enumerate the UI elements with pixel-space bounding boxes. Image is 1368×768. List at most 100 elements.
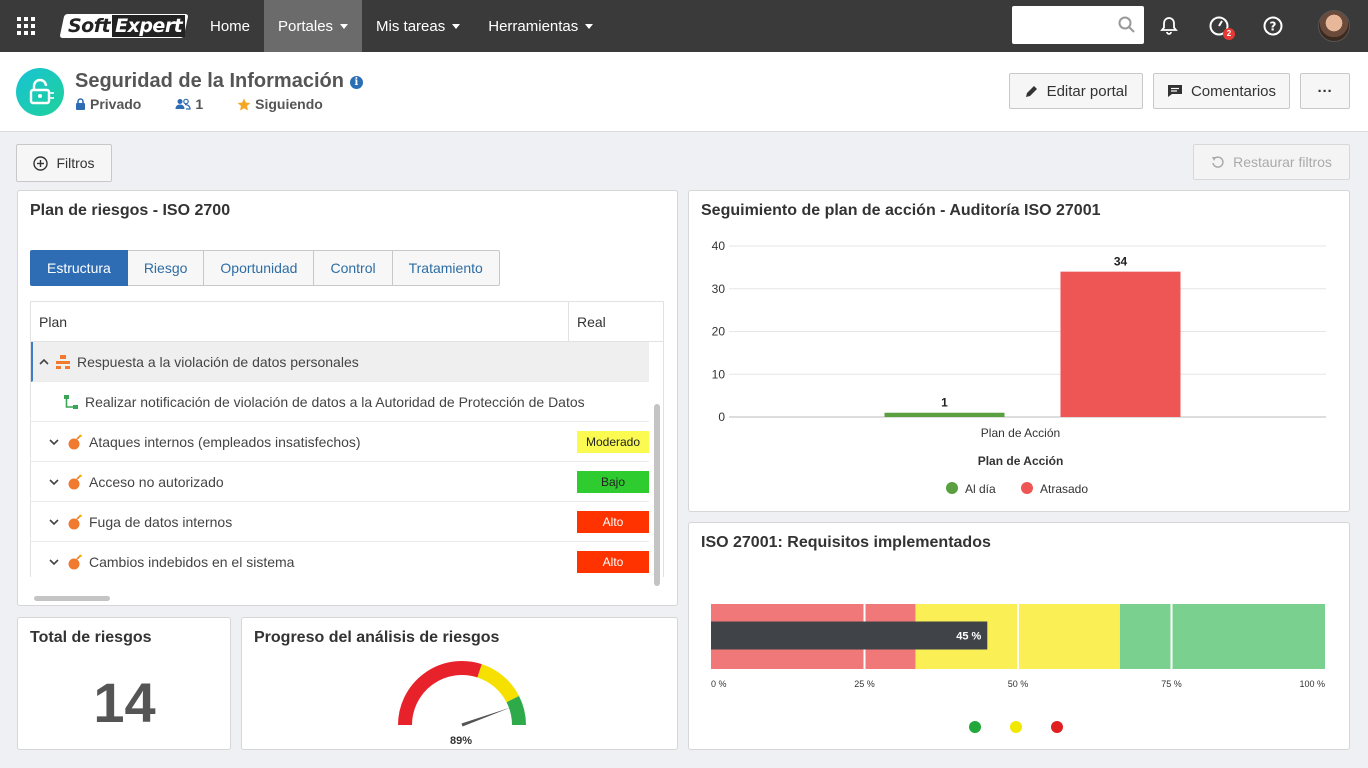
star-icon [237, 98, 251, 110]
privacy-status: Privado [75, 96, 141, 112]
bell-icon[interactable] [1157, 14, 1181, 38]
legend-label: Atrasado [1040, 482, 1088, 496]
lock-icon [76, 98, 85, 110]
risk-bomb-icon [68, 434, 82, 449]
apps-grid-icon[interactable] [0, 0, 52, 52]
progress-panel: Progreso del análisis de riesgos 89% [241, 617, 678, 750]
range-band [1119, 604, 1325, 669]
tab-oportunidad[interactable]: Oportunidad [204, 250, 315, 286]
pencil-icon [1025, 86, 1037, 97]
plus-circle-icon [33, 155, 49, 171]
legend-marker [1010, 721, 1022, 733]
comment-icon [1167, 85, 1182, 97]
tree-row[interactable]: Realizar notificación de violación de da… [31, 382, 649, 422]
legend-label: Al día [965, 482, 996, 496]
search-icon [1118, 16, 1135, 33]
tree-header: Plan Real [31, 302, 663, 342]
top-navbar: Soft Expert Home Portales Mis tareas Herr… [0, 0, 1368, 52]
task-badge: 2 [1223, 28, 1235, 40]
nav-portales[interactable]: Portales [264, 0, 363, 52]
chevron-down-icon[interactable] [49, 517, 59, 527]
chevron-down-icon [585, 23, 594, 29]
search-input[interactable] [1012, 6, 1144, 44]
tasks-gauge-icon[interactable]: 2 [1207, 14, 1235, 40]
user-avatar[interactable] [1318, 10, 1350, 42]
tree-row[interactable]: Ataques internos (empleados insatisfecho… [31, 422, 649, 462]
risk-bomb-icon [68, 554, 82, 569]
risk-plan-tabs: Estructura Riesgo Oportunidad Control Tr… [30, 250, 500, 286]
x-tick-label: 0 % [711, 679, 727, 689]
action-plan-icon [56, 354, 70, 369]
tree-row[interactable]: Respuesta a la violación de datos person… [31, 342, 649, 382]
risk-plan-panel: Plan de riesgos - ISO 2700 Estructura Ri… [17, 190, 678, 606]
y-tick-label: 30 [712, 282, 726, 296]
chevron-down-icon[interactable] [49, 477, 59, 487]
chevron-down-icon [452, 23, 461, 29]
y-tick-label: 0 [718, 410, 725, 424]
risk-tree: Plan Real Respuesta a la violación de da… [30, 301, 664, 577]
info-icon[interactable]: i [349, 76, 363, 89]
chevron-down-icon[interactable] [49, 437, 59, 447]
comments-button[interactable]: Comentarios [1153, 73, 1290, 109]
gauge-band [506, 695, 526, 726]
restore-filters-button[interactable]: Restaurar filtros [1193, 144, 1350, 180]
legend-marker [946, 482, 958, 494]
bar-atrasado [1060, 271, 1181, 417]
chevron-down-icon [340, 23, 349, 29]
edit-portal-button[interactable]: Editar portal [1009, 73, 1143, 109]
tab-tratamiento[interactable]: Tratamiento [392, 250, 500, 286]
y-tick-label: 20 [712, 325, 726, 339]
risk-bomb-icon [68, 514, 82, 529]
column-real[interactable]: Real [569, 302, 649, 341]
chevron-up-icon[interactable] [39, 357, 49, 367]
x-tick-label: 75 % [1161, 679, 1182, 689]
bar-value-label: 34 [1114, 255, 1128, 269]
y-tick-label: 40 [712, 239, 726, 253]
bar-value-label: 1 [941, 396, 948, 410]
svg-text:?: ? [1270, 20, 1277, 34]
tab-riesgo[interactable]: Riesgo [127, 250, 205, 286]
requirements-panel: ISO 27001: Requisitos implementados 45 %… [688, 522, 1350, 750]
horizontal-scrollbar[interactable] [34, 596, 110, 601]
risk-bomb-icon [68, 474, 82, 489]
nav-herramientas[interactable]: Herramientas [474, 0, 607, 52]
requirements-bullet-chart: 45 % 0 % 25 % 50 % 75 % 100 % [711, 604, 1325, 733]
users-icon [175, 98, 191, 110]
refresh-icon [1212, 156, 1224, 168]
gauge-band [398, 661, 482, 726]
vertical-scrollbar[interactable] [654, 404, 660, 586]
column-plan[interactable]: Plan [31, 302, 569, 341]
bar-al-día [884, 412, 1005, 417]
softexpert-logo[interactable]: Soft Expert [59, 13, 189, 39]
total-risks-value: 14 [93, 671, 156, 734]
risk-plan-title: Plan de riesgos - ISO 2700 [30, 202, 231, 219]
legend-marker [969, 721, 981, 733]
more-options-button[interactable]: ··· [1300, 73, 1350, 109]
tree-row[interactable]: Acceso no autorizado Bajo [31, 462, 649, 502]
nav-home[interactable]: Home [196, 0, 264, 52]
page-title: Seguridad de la Información i [75, 70, 363, 93]
tree-row[interactable]: Fuga de datos internos Alto [31, 502, 649, 542]
legend-marker [1021, 482, 1033, 494]
chevron-down-icon[interactable] [49, 557, 59, 567]
gauge-band [477, 664, 520, 703]
tab-estructura[interactable]: Estructura [30, 250, 128, 286]
action-plan-bar-chart: 0 10 20 30 40 1 34 Plan de Acción Plan de Acción… [712, 239, 1326, 496]
y-tick-label: 10 [712, 367, 726, 381]
nav-mis-tareas[interactable]: Mis tareas [362, 0, 474, 52]
help-icon[interactable]: ? [1261, 14, 1285, 38]
bar-value-label: 45 % [956, 631, 981, 643]
portal-meta: Privado 1 Siguiendo [75, 96, 323, 112]
members-count[interactable]: 1 [175, 96, 203, 112]
following-status[interactable]: Siguiendo [237, 96, 323, 112]
x-axis-label: Plan de Acción [978, 454, 1064, 468]
filters-button[interactable]: Filtros [16, 144, 112, 182]
x-tick-label: 25 % [854, 679, 875, 689]
risk-level-badge: Moderado [577, 430, 649, 453]
risk-level-badge: Bajo [577, 470, 649, 493]
action-plan-panel: Seguimiento de plan de acción - Auditorí… [688, 190, 1350, 512]
tab-control[interactable]: Control [314, 250, 393, 286]
gauge-value-label: 89% [450, 735, 472, 747]
tree-row[interactable]: Cambios indebidos en el sistema Alto [31, 542, 649, 577]
risk-level-badge: Alto [577, 550, 649, 573]
